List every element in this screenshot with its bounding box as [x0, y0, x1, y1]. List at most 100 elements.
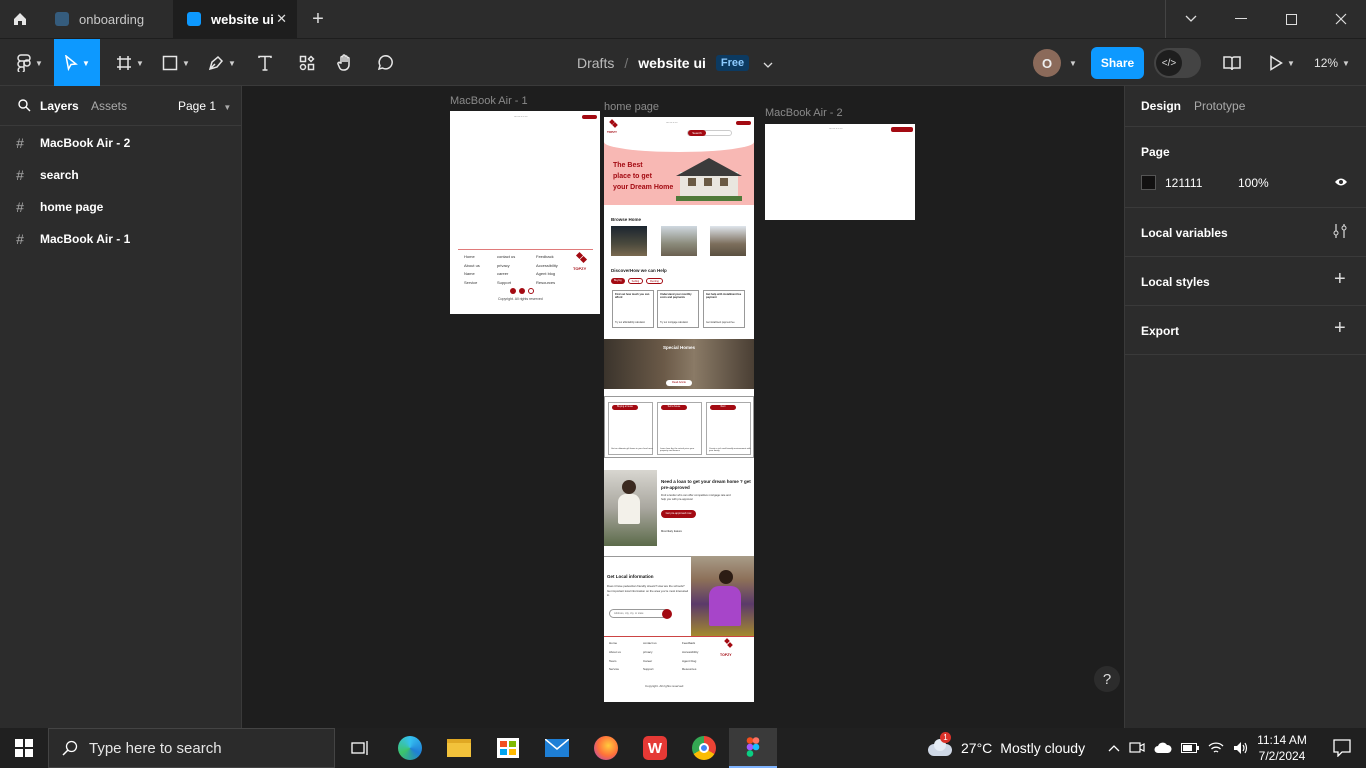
house-image [676, 150, 742, 202]
layer-macbook-air-1[interactable]: # MacBook Air - 1 [0, 223, 241, 255]
user-menu[interactable]: O ▼ [1033, 47, 1083, 79]
task-view-icon[interactable] [336, 728, 384, 768]
battery-icon[interactable] [1181, 743, 1199, 753]
loan-title: Need a loan to get your dream home ? get… [661, 479, 751, 490]
layer-search[interactable]: # search [0, 159, 241, 191]
close-window-icon[interactable] [1316, 0, 1366, 38]
local-variables-section[interactable]: Local variables [1125, 208, 1366, 257]
minimize-icon[interactable] [1216, 0, 1266, 38]
pen-icon [208, 55, 224, 71]
main-menu-button[interactable]: ▼ [10, 39, 50, 87]
pen-tool-button[interactable]: ▼ [202, 39, 242, 87]
frame-macbook-air-1[interactable]: •••• •••• •• •• •••• Home About us Name Ser… [450, 111, 600, 314]
new-tab-button[interactable]: + [305, 0, 331, 38]
variables-icon[interactable] [1333, 223, 1347, 239]
notification-badge: 1 [940, 732, 951, 743]
comment-icon [377, 55, 393, 71]
system-tray [1108, 728, 1249, 768]
meet-now-icon[interactable] [1129, 741, 1145, 755]
tab-layers[interactable]: Layers [40, 99, 79, 113]
frame-home-page[interactable]: TOPZY ••••• ••• •• •••• Search The Best … [604, 117, 754, 702]
move-tool-button[interactable]: ▼ [54, 39, 100, 87]
volume-icon[interactable] [1233, 741, 1249, 755]
add-icon[interactable]: + [1334, 317, 1346, 340]
copyright: Copyright. All rights reserved [645, 684, 684, 688]
special-title: Special Homes [663, 345, 696, 350]
file-name[interactable]: website ui [638, 55, 706, 71]
shape-tool-button[interactable]: ▼ [156, 39, 196, 87]
layer-macbook-air-2[interactable]: # MacBook Air - 2 [0, 127, 241, 159]
eye-icon[interactable] [1334, 177, 1348, 187]
microsoft-store-icon[interactable] [484, 728, 532, 768]
present-button[interactable]: ▼ [1262, 39, 1302, 87]
comment-tool-button[interactable] [370, 39, 400, 87]
wps-office-icon[interactable]: W [631, 728, 679, 768]
start-button[interactable] [0, 728, 48, 768]
resources-button[interactable] [292, 39, 322, 87]
page-color-swatch[interactable] [1141, 175, 1156, 190]
share-button[interactable]: Share [1091, 47, 1144, 79]
search-placeholder: Type here to search [89, 739, 222, 757]
help-button[interactable]: ? [1094, 666, 1120, 692]
canvas[interactable]: MacBook Air - 1 •••• •••• •• •• •••• Hom… [242, 86, 1124, 728]
home-button[interactable] [0, 0, 40, 38]
nav-button [736, 121, 751, 125]
file-menu-chevron-icon[interactable] [763, 55, 773, 71]
avatar[interactable]: O [1033, 49, 1061, 77]
weather-description: Mostly cloudy [1000, 740, 1086, 756]
layer-home-page[interactable]: # home page [0, 191, 241, 223]
weather-widget[interactable]: 1 27°C Mostly cloudy [926, 728, 1085, 768]
wifi-icon[interactable] [1208, 741, 1224, 755]
page-selector[interactable]: Page 1 ▼ [178, 99, 231, 113]
add-icon[interactable]: + [1334, 268, 1346, 291]
frame-icon: # [16, 231, 24, 247]
figma-file-icon [55, 12, 69, 26]
local-styles-section[interactable]: Local styles + [1125, 257, 1366, 306]
close-tab-icon[interactable]: ✕ [276, 11, 287, 27]
maximize-icon[interactable] [1266, 0, 1316, 38]
tab-onboarding[interactable]: onboarding [41, 0, 173, 38]
frame-label-home-page[interactable]: home page [604, 101, 659, 113]
hand-tool-button[interactable] [330, 39, 360, 87]
service-pills: Buying Selling Renting [611, 278, 663, 284]
taskbar-search-box[interactable]: Type here to search [48, 728, 335, 768]
dev-mode-toggle[interactable]: </> [1154, 48, 1201, 78]
breadcrumb-parent[interactable]: Drafts [577, 55, 614, 71]
zoom-menu[interactable]: 12% ▼ [1308, 39, 1356, 87]
page-color-hex[interactable]: 121111 [1165, 176, 1202, 190]
file-explorer-icon[interactable] [435, 728, 483, 768]
export-section[interactable]: Export + [1125, 306, 1366, 355]
figma-taskbar-icon[interactable] [729, 728, 777, 768]
nav-button [891, 127, 913, 132]
footer-col-2: contact us privacy career Support [497, 254, 516, 285]
clock-time: 11:14 AM [1257, 733, 1307, 747]
hero-section: The Best place to get your Dream Home [604, 142, 754, 205]
page-selector-label: Page 1 [178, 99, 217, 113]
tab-website-ui[interactable]: website ui ✕ [173, 0, 297, 38]
frame-label-macbook-air-1[interactable]: MacBook Air - 1 [450, 95, 528, 107]
clock[interactable]: 11:14 AM 7/2/2024 [1256, 732, 1308, 764]
text-tool-button[interactable] [250, 39, 280, 87]
tab-assets[interactable]: Assets [91, 99, 127, 113]
frame-tool-button[interactable]: ▼ [110, 39, 150, 87]
chrome-icon[interactable] [680, 728, 728, 768]
frame-label-macbook-air-2[interactable]: MacBook Air - 2 [765, 107, 843, 119]
frame-macbook-air-2[interactable]: •••• •••• •• •• •••• [765, 124, 915, 220]
frame-icon: # [16, 135, 24, 151]
firefox-icon[interactable] [582, 728, 630, 768]
page-opacity[interactable]: 100% [1238, 176, 1269, 190]
onedrive-icon[interactable] [1154, 742, 1172, 754]
tabs-dropdown-icon[interactable] [1166, 0, 1216, 38]
rectangle-icon [162, 55, 178, 71]
book-icon [1223, 56, 1241, 71]
zoom-level: 12% [1314, 56, 1339, 70]
search-icon[interactable] [18, 99, 31, 112]
tab-prototype[interactable]: Prototype [1194, 99, 1245, 113]
edge-icon[interactable] [386, 728, 434, 768]
figma-file-icon [187, 12, 201, 26]
mail-icon[interactable] [533, 728, 581, 768]
tab-design[interactable]: Design [1141, 99, 1181, 113]
library-button[interactable] [1217, 39, 1247, 87]
chevron-up-icon[interactable] [1108, 744, 1120, 752]
notification-center-icon[interactable] [1318, 728, 1366, 768]
